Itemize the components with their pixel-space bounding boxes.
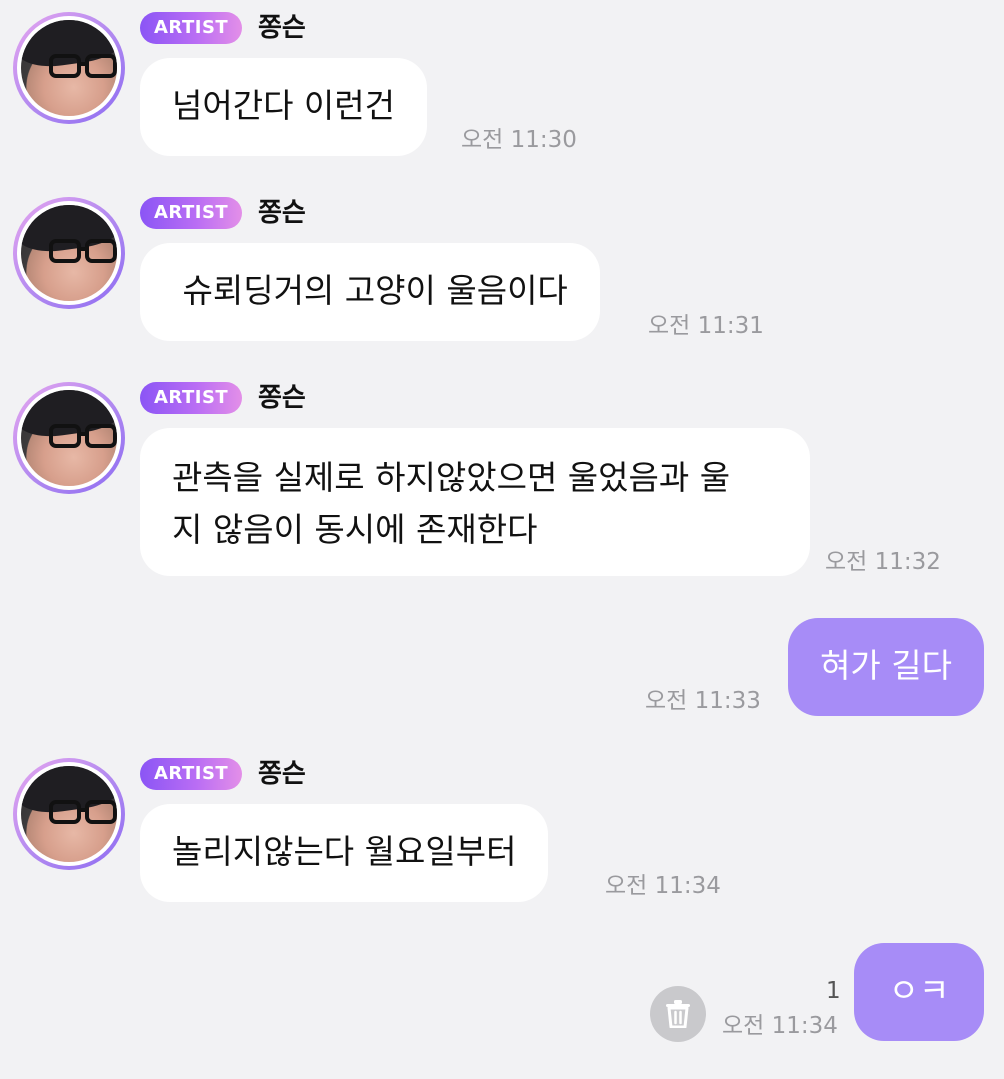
artist-badge: ARTIST	[140, 382, 243, 414]
artist-badge: ARTIST	[140, 12, 243, 44]
message-bubble[interactable]: 놀리지않는다 월요일부터	[140, 804, 549, 902]
message-time: 오전 11:34	[605, 873, 721, 899]
sender-name[interactable]: 쫑슨	[258, 197, 306, 229]
message-bubble[interactable]: 관측을 실제로 하지않았으면 울었음과 울 지 않음이 동시에 존재한다	[140, 428, 810, 576]
message-bubble[interactable]: 슈뢰딩거의 고양이 울음이다	[140, 243, 600, 341]
avatar[interactable]	[13, 758, 125, 870]
delete-button[interactable]	[650, 986, 706, 1042]
artist-badge: ARTIST	[140, 197, 243, 229]
unread-count: 1	[826, 978, 841, 1004]
outgoing-message-bubble[interactable]: 혀가 길다	[788, 618, 984, 716]
profile-photo	[21, 390, 117, 486]
avatar[interactable]	[13, 382, 125, 494]
outgoing-message-bubble[interactable]: ㅇㅋ	[854, 943, 984, 1041]
message-bubble[interactable]: 넘어간다 이런건	[140, 58, 428, 156]
artist-badge: ARTIST	[140, 758, 243, 790]
avatar[interactable]	[13, 12, 125, 124]
avatar[interactable]	[13, 197, 125, 309]
message-time: 오전 11:34	[722, 1013, 838, 1039]
sender-name[interactable]: 쫑슨	[258, 758, 306, 790]
message-text-line: 관측을 실제로 하지않았으면 울었음과 울	[172, 458, 731, 497]
profile-photo	[21, 766, 117, 862]
message-time: 오전 11:31	[648, 313, 764, 339]
profile-photo	[21, 205, 117, 301]
profile-photo	[21, 20, 117, 116]
message-time: 오전 11:30	[461, 127, 577, 153]
trash-icon	[666, 1000, 690, 1028]
message-time: 오전 11:32	[825, 549, 941, 575]
sender-name[interactable]: 쫑슨	[258, 12, 306, 44]
sender-name[interactable]: 쫑슨	[258, 382, 306, 414]
message-text-line: 지 않음이 동시에 존재한다	[172, 510, 538, 549]
message-time: 오전 11:33	[645, 688, 761, 714]
